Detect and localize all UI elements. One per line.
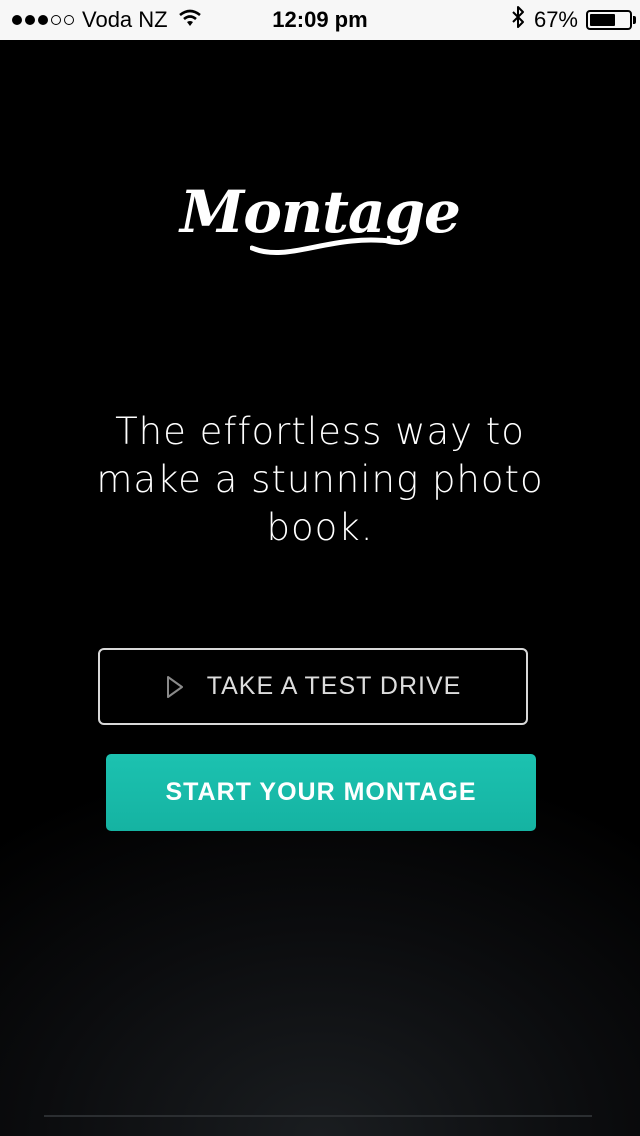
play-icon bbox=[165, 674, 185, 700]
wifi-icon bbox=[178, 7, 202, 33]
test-drive-label: TAKE A TEST DRIVE bbox=[206, 672, 462, 700]
battery-nub bbox=[633, 16, 636, 24]
status-right: 67% bbox=[510, 0, 636, 40]
battery-percent: 67% bbox=[533, 7, 578, 32]
status-left: Voda NZ bbox=[12, 0, 202, 40]
signal-dot bbox=[64, 15, 74, 25]
signal-dot bbox=[25, 15, 35, 25]
signal-dot bbox=[38, 15, 48, 25]
signal-dot bbox=[51, 15, 61, 25]
signal-strength-icon bbox=[12, 15, 74, 25]
tagline: The effortless way to make a stunning ph… bbox=[96, 410, 544, 549]
battery-fill bbox=[590, 14, 616, 26]
welcome-screen: Montage The effortless way to make a stu… bbox=[0, 40, 640, 1136]
bluetooth-icon bbox=[510, 5, 526, 35]
take-test-drive-button[interactable]: TAKE A TEST DRIVE bbox=[98, 648, 528, 725]
status-bar: Voda NZ 12:09 pm 67% bbox=[0, 0, 640, 40]
carrier-name: Voda NZ bbox=[82, 7, 168, 32]
bottom-divider bbox=[44, 1115, 592, 1117]
start-your-montage-button[interactable]: START YOUR MONTAGE bbox=[106, 754, 536, 831]
start-label: START YOUR MONTAGE bbox=[165, 778, 477, 806]
logo-swash bbox=[250, 237, 400, 256]
montage-logo: Montage bbox=[0, 178, 640, 256]
signal-dot bbox=[12, 15, 22, 25]
battery-icon bbox=[586, 10, 636, 30]
